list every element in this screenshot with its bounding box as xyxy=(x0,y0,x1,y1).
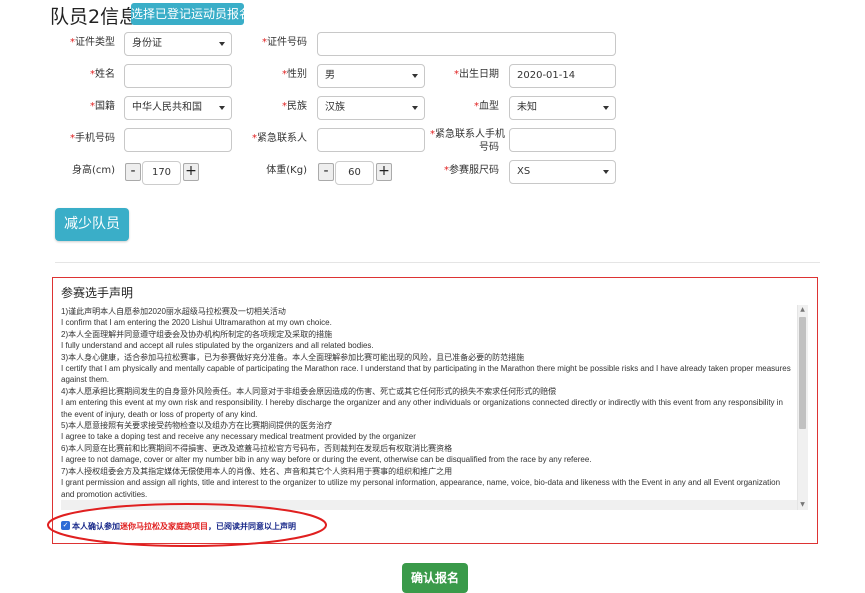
declaration-line: I certify that I am physically and menta… xyxy=(61,364,791,385)
nationality-label: *国籍 xyxy=(90,101,115,112)
chevron-down-icon xyxy=(603,170,609,174)
name-input[interactable] xyxy=(124,64,232,88)
emergency-contact-label: *紧急联系人 xyxy=(252,133,307,144)
declaration-line: 3)本人身心健康，适合参加马拉松赛事，已为参赛做好充分准备。本人全面理解参加比赛… xyxy=(61,352,525,362)
ethnicity-label: *民族 xyxy=(282,101,307,112)
declaration-line: 6)本人同意在比赛前和比赛期间不得損害、更改及遮蓋马拉松官方号码布，否则裁判在发… xyxy=(61,443,453,453)
birthdate-label: *出生日期 xyxy=(454,69,499,80)
emergency-phone-label: *紧急联系人手机 号码 xyxy=(430,129,505,153)
shirt-size-label: *参赛服尺码 xyxy=(444,165,499,176)
declaration-line: I agree to not damage, cover or alter my… xyxy=(61,455,592,465)
height-decrease-button[interactable]: - xyxy=(125,163,141,181)
scroll-down-arrow-icon[interactable]: ▼ xyxy=(797,500,808,510)
page-title: 队员2信息 xyxy=(50,6,139,28)
nationality-select[interactable]: 中华人民共和国 xyxy=(124,96,232,120)
scroll-up-arrow-icon[interactable]: ▲ xyxy=(797,305,808,315)
declaration-line: 5)本人愿意接照有关要求接受药物检查以及组办方在比赛期间提供的医务治疗 xyxy=(61,421,333,431)
declaration-line: I am entering this event at my own risk … xyxy=(61,398,783,419)
id-type-label: *证件类型 xyxy=(70,37,115,48)
declaration-line: 7)本人授权组委会方及其指定媒体无偿使用本人的肖像、姓名、声音和其它个人资料用于… xyxy=(61,466,453,476)
gender-label: *性别 xyxy=(282,69,307,80)
divider xyxy=(55,262,820,263)
chevron-down-icon xyxy=(219,106,225,110)
emergency-contact-input[interactable] xyxy=(317,128,425,152)
weight-input[interactable]: 60 xyxy=(335,161,374,185)
declaration-line: I confirm that I am entering the 2020 Li… xyxy=(61,318,332,328)
select-registered-athlete-button[interactable]: 选择已登记运动员报名 xyxy=(131,3,244,25)
height-increase-button[interactable]: + xyxy=(183,163,199,181)
chevron-down-icon xyxy=(603,106,609,110)
id-number-input[interactable] xyxy=(317,32,616,56)
ethnicity-select[interactable]: 汉族 xyxy=(317,96,425,120)
height-label: 身高(cm) xyxy=(71,165,115,176)
id-number-label: *证件号码 xyxy=(262,37,307,48)
id-type-select[interactable]: 身份证 xyxy=(124,32,232,56)
chevron-down-icon xyxy=(412,74,418,78)
blood-type-select[interactable]: 未知 xyxy=(509,96,616,120)
blood-type-label: *血型 xyxy=(474,101,499,112)
height-input[interactable]: 170 xyxy=(142,161,181,185)
declaration-title: 参赛选手声明 xyxy=(61,286,134,300)
weight-label: 体重(Kg) xyxy=(266,165,307,176)
weight-increase-button[interactable]: + xyxy=(376,163,392,181)
shirt-size-select[interactable]: XS xyxy=(509,160,616,184)
phone-input[interactable] xyxy=(124,128,232,152)
name-label: *姓名 xyxy=(90,69,115,80)
declaration-line: I fully understand and accept all rules … xyxy=(61,341,374,351)
declaration-line: I grant permission and assign all rights… xyxy=(61,478,781,499)
declaration-line: 1)谨此声明本人自愿参加2020丽水超级马拉松赛及一切相关活动 xyxy=(61,307,286,316)
confirm-registration-button[interactable]: 确认报名 xyxy=(402,563,468,593)
reduce-member-button[interactable]: 减少队员 xyxy=(55,208,129,241)
weight-decrease-button[interactable]: - xyxy=(318,163,334,181)
chevron-down-icon xyxy=(219,42,225,46)
declaration-line: I agree to take a doping test and receiv… xyxy=(61,432,416,442)
declaration-line: 4)本人愿承担比赛期间发生的自身意外风险责任。本人同意对于非组委会原因造成的伤害… xyxy=(61,386,557,396)
scrollbar-thumb[interactable] xyxy=(799,317,806,429)
birthdate-input[interactable]: 2020-01-14 xyxy=(509,64,616,88)
declaration-text[interactable]: 1)谨此声明本人自愿参加2020丽水超级马拉松赛及一切相关活动 I confir… xyxy=(61,306,793,501)
declaration-line: 2)本人全面理解并同意遵守组委会及协办机构所制定的各项规定及采取的措施 xyxy=(61,329,333,339)
annotation-ellipse xyxy=(47,503,327,547)
phone-label: *手机号码 xyxy=(70,133,115,144)
chevron-down-icon xyxy=(412,106,418,110)
gender-select[interactable]: 男 xyxy=(317,64,425,88)
emergency-phone-input[interactable] xyxy=(509,128,616,152)
